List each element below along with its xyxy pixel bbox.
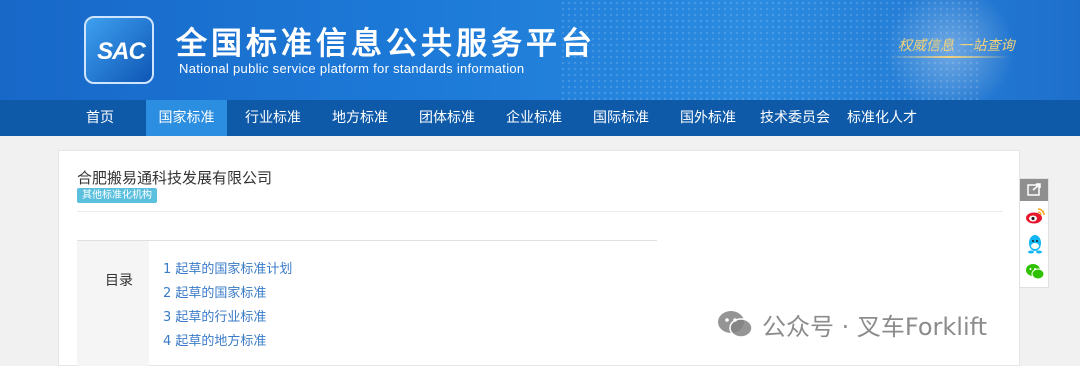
qq-icon[interactable] [1024, 233, 1046, 255]
sac-logo[interactable]: SAC [84, 16, 154, 84]
nav-item-group-standards[interactable]: 团体标准 [407, 100, 487, 136]
nav-item-foreign-standards[interactable]: 国外标准 [668, 100, 748, 136]
wechat-account-watermark: 公众号 · 叉车Forklift [716, 306, 987, 342]
nav-item-industry-standards[interactable]: 行业标准 [233, 100, 313, 136]
nav-item-local-standards[interactable]: 地方标准 [320, 100, 400, 136]
slogan-underline [890, 56, 1010, 58]
main-nav: 首页 国家标准 行业标准 地方标准 团体标准 企业标准 国际标准 国外标准 技术… [0, 100, 1080, 136]
site-subtitle: National public service platform for sta… [179, 61, 525, 76]
nav-item-national-standards[interactable]: 国家标准 [146, 100, 227, 136]
slogan-calligraphy: 权威信息 一站查询 [898, 38, 1015, 54]
toc-item-drafted-industry-standards[interactable]: 3 起草的行业标准 [163, 306, 266, 325]
toc-item-drafted-national-standards[interactable]: 2 起草的国家标准 [163, 282, 266, 301]
site-title: 全国标准信息公共服务平台 [176, 26, 596, 62]
share-sidebar [1019, 178, 1049, 288]
toc-label: 目录 [105, 273, 133, 289]
nav-item-standardization-talent[interactable]: 标准化人才 [840, 100, 924, 136]
toc-label-cell: 目录 [77, 241, 149, 366]
nav-item-international-standards[interactable]: 国际标准 [581, 100, 661, 136]
organization-name: 合肥搬易通科技发展有限公司 [77, 169, 273, 187]
table-of-contents: 目录 1 起草的国家标准计划 2 起草的国家标准 3 起草的行业标准 4 起草的… [77, 240, 657, 366]
nav-item-enterprise-standards[interactable]: 企业标准 [494, 100, 574, 136]
logo-text: SAC [97, 38, 146, 65]
nav-item-technical-committees[interactable]: 技术委员会 [753, 100, 837, 136]
wechat-watermark-icon [718, 311, 753, 338]
toc-item-drafted-national-plans[interactable]: 1 起草的国家标准计划 [163, 258, 292, 277]
nav-item-home[interactable]: 首页 [72, 100, 128, 136]
organization-type-badge: 其他标准化机构 [77, 188, 157, 203]
weibo-icon[interactable] [1024, 205, 1046, 227]
toc-item-drafted-local-standards[interactable]: 4 起草的地方标准 [163, 330, 266, 349]
site-header: SAC 全国标准信息公共服务平台 National public service… [0, 0, 1080, 100]
wechat-icon[interactable] [1024, 261, 1046, 283]
share-icon[interactable] [1020, 179, 1048, 201]
divider [77, 211, 1003, 212]
watermark-text: 公众号 · 叉车Forklift [762, 312, 988, 341]
